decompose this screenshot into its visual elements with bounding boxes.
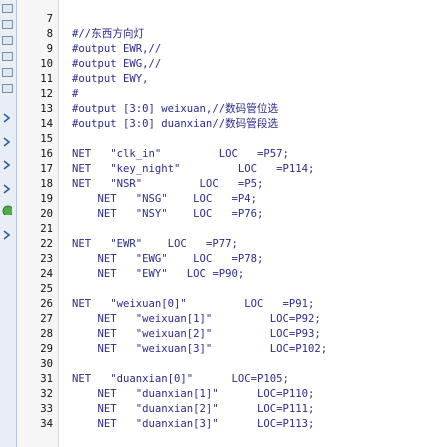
code-line[interactable]: 32 NET "duanxian[2]" LOC=P111; — [17, 372, 434, 415]
code-line[interactable]: 23 NET "EWY" LOC =P90; — [17, 237, 434, 280]
document-icon[interactable] — [2, 84, 13, 93]
expand-arrow-icon[interactable] — [2, 160, 12, 170]
code-editor[interactable]: 7 #//东西方向灯 8 #output EWR,// 9 #output EW… — [0, 0, 434, 447]
code-line[interactable]: 17 NET "NSR" LOC =P5; — [17, 147, 434, 190]
document-icon[interactable] — [2, 52, 13, 61]
code-line[interactable]: 25 NET "weixuan[0]" LOC =P91; — [17, 267, 434, 310]
code-line[interactable]: 8 #output EWR,// — [17, 12, 434, 55]
expand-arrow-icon[interactable] — [2, 113, 12, 123]
code-line[interactable]: 31 NET "duanxian[1]" LOC=P110; — [17, 357, 434, 400]
document-icon[interactable] — [2, 36, 13, 45]
code-line[interactable]: 33 NET "duanxian[3]" LOC=P113; — [17, 387, 434, 430]
code-line[interactable]: 29 — [17, 327, 434, 355]
line-number: 34 — [40, 418, 53, 430]
document-icon[interactable] — [2, 4, 13, 13]
code-line[interactable]: 16 NET "key_night" LOC =P114; — [17, 132, 434, 175]
code-line[interactable]: 27 NET "weixuan[2]" LOC=P93; — [17, 297, 434, 340]
code-line[interactable]: 21 NET "EWR" LOC =P77; — [17, 207, 434, 250]
code-line[interactable]: 18 NET "NSG" LOC =P4; — [17, 162, 434, 205]
status-green-icon[interactable] — [2, 205, 12, 215]
code-line[interactable]: 14 — [17, 102, 434, 130]
code-line[interactable]: 19 NET "NSY" LOC =P76; — [17, 177, 434, 220]
code-line[interactable]: 30 NET "duanxian[0]" LOC=P105; — [17, 342, 434, 385]
document-icon[interactable] — [2, 68, 13, 77]
expand-arrow-icon[interactable] — [2, 137, 12, 147]
code-line[interactable]: 10 #output EWY, — [17, 42, 434, 85]
expand-arrow-icon[interactable] — [2, 184, 12, 194]
left-toolbar-strip — [0, 0, 17, 447]
code-line[interactable]: 34 — [17, 402, 434, 430]
document-icon[interactable] — [2, 20, 13, 29]
code-line[interactable]: 11 # — [17, 57, 434, 100]
code-line[interactable]: 28 NET "weixuan[3]" LOC=P102; — [17, 312, 434, 355]
code-line[interactable]: 20 — [17, 192, 434, 220]
code-line[interactable]: 24 — [17, 252, 434, 280]
code-line[interactable]: 15 NET "clk_in" LOC =P57; — [17, 117, 434, 160]
code-line[interactable]: 7 #//东西方向灯 — [17, 0, 434, 40]
code-line[interactable]: 12 #output [3:0] weixuan,//数码管位选 — [17, 72, 434, 115]
expand-arrow-icon[interactable] — [2, 230, 12, 240]
code-line[interactable]: 13 #output [3:0] duanxian//数码管段选 — [17, 87, 434, 130]
line-text: NET "duanxian[3]" LOC=P113; — [72, 418, 315, 430]
code-line[interactable]: 9 #output EWG,// — [17, 27, 434, 70]
code-line[interactable]: 26 NET "weixuan[1]" LOC=P92; — [17, 282, 434, 325]
code-line[interactable]: 22 NET "EWG" LOC =P78; — [17, 222, 434, 265]
